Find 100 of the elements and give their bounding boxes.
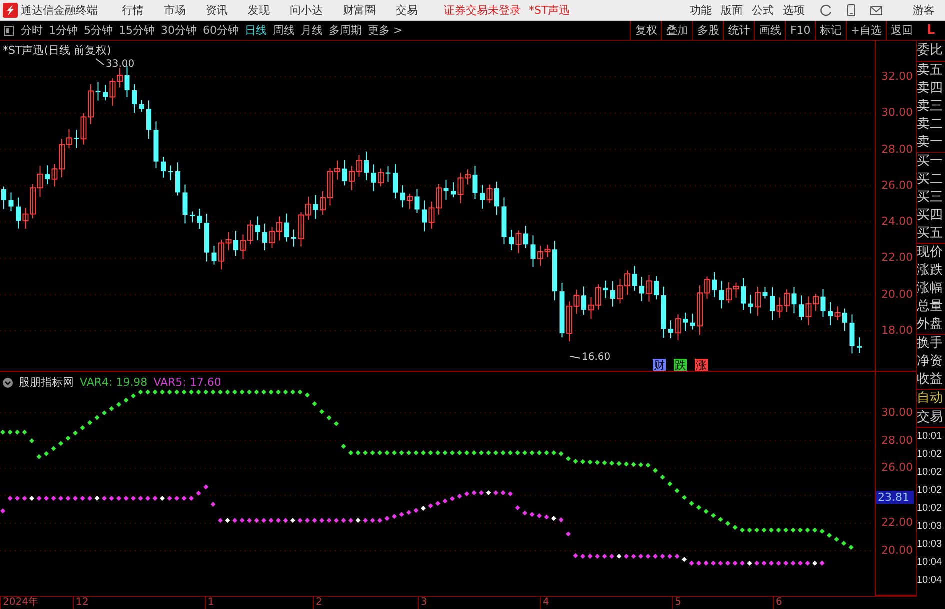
chart-title: *ST声迅(日线 前复权) (3, 43, 112, 58)
period-tab[interactable]: 多周期 (326, 21, 365, 40)
period-tab[interactable]: 月线 (298, 21, 326, 40)
toolbar-button[interactable]: 复权 (630, 21, 662, 40)
date-label: 12 (73, 597, 89, 609)
toolbar-button[interactable]: 叠加 (661, 21, 692, 40)
candlestick (632, 266, 638, 292)
signal-marker: 涨 (695, 359, 708, 371)
indicator-menu-icon[interactable] (3, 378, 13, 388)
date-label: 5 (672, 597, 682, 609)
candlestick (284, 213, 290, 242)
period-tab[interactable]: 更多 > (365, 21, 406, 40)
stock-name: *ST声迅 (529, 2, 570, 18)
period-tab[interactable]: 周线 (270, 21, 298, 40)
menu-item[interactable]: 选项 (783, 2, 805, 18)
menu-item[interactable]: 行情 (122, 2, 144, 18)
quote-field-label: 卖三 (917, 98, 944, 116)
candlestick (45, 165, 50, 186)
trade-time: 10:04 (917, 556, 944, 570)
menu-item[interactable]: 财富圈 (343, 2, 376, 18)
period-tab[interactable]: 1分钟 (46, 21, 81, 40)
candlestick (146, 100, 152, 140)
toolbar-button[interactable]: +自选 (846, 21, 886, 40)
candlestick (407, 193, 413, 210)
quote-field-label: 外盘 (917, 316, 944, 334)
period-tab[interactable]: 30分钟 (158, 21, 200, 40)
trade-time: 10:02 (917, 466, 944, 480)
period-tab[interactable]: 日线 (242, 21, 270, 40)
current-value-tag: 23.81 (876, 491, 914, 504)
toolbar-button[interactable]: 标记 (814, 21, 846, 40)
axis-tick-label: 20.00 (882, 544, 913, 557)
menu-item[interactable]: 版面 (721, 2, 743, 18)
candlestick (842, 308, 848, 332)
candlestick (486, 184, 493, 204)
guest-user[interactable]: 游客 (913, 2, 935, 18)
trade-time: 10:02 (917, 448, 944, 462)
panel-toggle-icon[interactable] (4, 26, 14, 36)
period-tab[interactable]: 5分钟 (81, 21, 116, 40)
var5-value: VAR5: 17.60 (154, 376, 222, 389)
candlestick (8, 192, 14, 212)
candlestick (451, 182, 456, 198)
candlestick (262, 223, 268, 251)
candlestick (834, 306, 841, 321)
candlestick (850, 314, 855, 354)
candlestick (530, 235, 536, 268)
candlestick (820, 288, 826, 318)
candlestick (516, 230, 522, 254)
quote-field-label: 卖二 (917, 116, 944, 134)
candlestick (255, 216, 260, 241)
candlestick (755, 286, 761, 316)
toolbar-button[interactable]: 返回 (886, 21, 917, 40)
toolbar-button[interactable]: 统计 (723, 21, 754, 40)
candlestick (96, 82, 101, 102)
trade-time: 10:03 (917, 520, 944, 534)
low-price-label: 16.60 (582, 352, 611, 364)
app-logo-icon (3, 2, 18, 18)
candlestick (204, 213, 210, 262)
period-tab[interactable]: 60分钟 (200, 21, 242, 40)
date-label: 6 (773, 597, 782, 609)
quote-field-label: 买二 (917, 171, 944, 189)
candlestick (675, 314, 682, 341)
quote-field-label: 总量 (917, 298, 944, 316)
candlestick (712, 272, 717, 298)
high-price-label: 33.00 (106, 59, 135, 70)
menu-item[interactable]: 功能 (690, 2, 712, 18)
candlestick (770, 286, 775, 321)
quote-field-label: 现价 (917, 244, 944, 262)
toolbar-button[interactable]: 多股 (692, 21, 724, 40)
period-tab[interactable]: 15分钟 (116, 21, 158, 40)
candlestick (792, 286, 797, 314)
candlestick (480, 184, 485, 210)
date-label: 2 (313, 597, 322, 609)
quote-field-label: 卖五 (917, 62, 944, 80)
toolbar-button[interactable]: F10 (785, 21, 815, 40)
candlestick (502, 197, 507, 245)
menu-item[interactable]: 交易 (396, 2, 418, 18)
candlestick (857, 337, 862, 354)
menu-item[interactable]: 发现 (248, 2, 270, 18)
candlestick (494, 181, 500, 216)
candlestick (292, 229, 296, 248)
phone-icon[interactable] (845, 4, 858, 16)
signal-marker: 财 (653, 359, 666, 371)
axis-tick-label: 26.00 (882, 461, 913, 474)
menu-item[interactable]: 市场 (164, 2, 186, 18)
candlestick (154, 121, 159, 169)
mail-icon[interactable] (870, 4, 883, 16)
menu-item[interactable]: 资讯 (206, 2, 228, 18)
menu-item[interactable]: 公式 (752, 2, 774, 18)
candlestick (342, 160, 348, 186)
period-tab[interactable]: 分时 (18, 21, 46, 40)
menu-item[interactable]: 问小达 (290, 2, 323, 18)
candlestick (16, 197, 21, 230)
candlestick (509, 230, 514, 251)
candlestick (603, 280, 608, 299)
axis-tick-label: 22.00 (882, 251, 913, 264)
candlestick (176, 162, 180, 196)
toolbar-button[interactable]: 画线 (754, 21, 786, 40)
refresh-icon[interactable] (820, 4, 833, 16)
candlestick (400, 184, 406, 208)
quote-field-label: 买三 (917, 189, 944, 207)
